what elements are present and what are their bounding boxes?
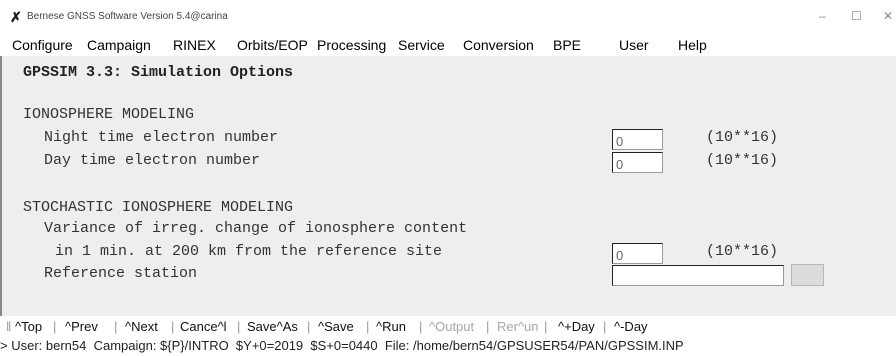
reference-station-label: Reference station [44,265,198,282]
day-electron-unit: (10**16) [706,152,779,169]
window-title: Bernese GNSS Software Version 5.4@carina [27,11,228,22]
button-toolbar: ‖ ^Top | ^Prev | ^Next | Cance^l | Save^… [0,316,896,338]
stochastic-heading: STOCHASTIC IONOSPHERE MODELING [23,199,294,216]
night-electron-unit: (10**16) [706,129,779,146]
reference-station-field[interactable] [612,265,784,286]
toolbar-separator: | [237,319,241,334]
input-panel: GPSSIM 3.3: Simulation Options IONOSPHER… [0,56,896,316]
menu-orbits-eop[interactable]: Orbits/EOP [237,37,308,53]
menu-conversion[interactable]: Conversion [463,37,534,53]
menu-bpe[interactable]: BPE [553,37,581,53]
minus-day-button[interactable]: ^-Day [614,319,648,334]
plus-day-button[interactable]: ^+Day [558,319,595,334]
next-button[interactable]: ^Next [125,319,158,334]
toolbar-separator: | [603,319,607,334]
toolbar-separator: ‖ [6,319,12,334]
menu-processing[interactable]: Processing [317,37,386,53]
day-electron-label: Day time electron number [44,152,261,169]
toolbar-separator: | [114,319,118,334]
minimize-icon[interactable]: – [819,9,826,23]
maximize-icon[interactable]: ☐ [851,9,862,23]
night-electron-field[interactable]: 0 [612,129,663,150]
variance-field[interactable]: 0 [612,243,663,264]
close-icon[interactable]: ✕ [883,9,893,23]
reference-station-browse-button[interactable] [791,264,824,286]
toolbar-separator: | [53,319,57,334]
day-electron-field[interactable]: 0 [612,152,663,173]
toolbar-separator: | [419,319,423,334]
menu-rinex[interactable]: RINEX [173,37,216,53]
panel-title: GPSSIM 3.3: Simulation Options [23,64,294,81]
toolbar-separator: | [544,319,548,334]
toolbar-separator: | [171,319,175,334]
toolbar-separator: | [307,319,311,334]
app-logo-icon: ✗ [10,9,22,25]
menu-user[interactable]: User [619,37,649,53]
top-button[interactable]: ^Top [15,319,42,334]
toolbar-separator: | [486,319,490,334]
ionosphere-heading: IONOSPHERE MODELING [23,106,195,123]
title-bar: ✗ Bernese GNSS Software Version 5.4@cari… [0,0,896,34]
variance-unit: (10**16) [706,243,779,260]
variance-label-line2: in 1 min. at 200 km from the reference s… [55,243,443,260]
output-button[interactable]: ^Output [429,319,474,334]
run-button[interactable]: ^Run [376,319,406,334]
save-as-button[interactable]: Save^As [247,319,298,334]
prev-button[interactable]: ^Prev [65,319,98,334]
menu-service[interactable]: Service [398,37,445,53]
status-line: > User: bern54 Campaign: ${P}/INTRO $Y+0… [0,338,896,356]
rerun-button[interactable]: Rer^un [497,319,539,334]
cancel-button[interactable]: Cance^l [180,319,227,334]
menu-configure[interactable]: Configure [12,37,73,53]
save-button[interactable]: ^Save [318,319,354,334]
menu-campaign[interactable]: Campaign [87,37,151,53]
variance-label-line1: Variance of irreg. change of ionosphere … [44,220,468,237]
toolbar-separator: | [366,319,370,334]
menu-help[interactable]: Help [678,37,707,53]
night-electron-label: Night time electron number [44,129,279,146]
menu-bar: Configure Campaign RINEX Orbits/EOP Proc… [0,34,896,57]
